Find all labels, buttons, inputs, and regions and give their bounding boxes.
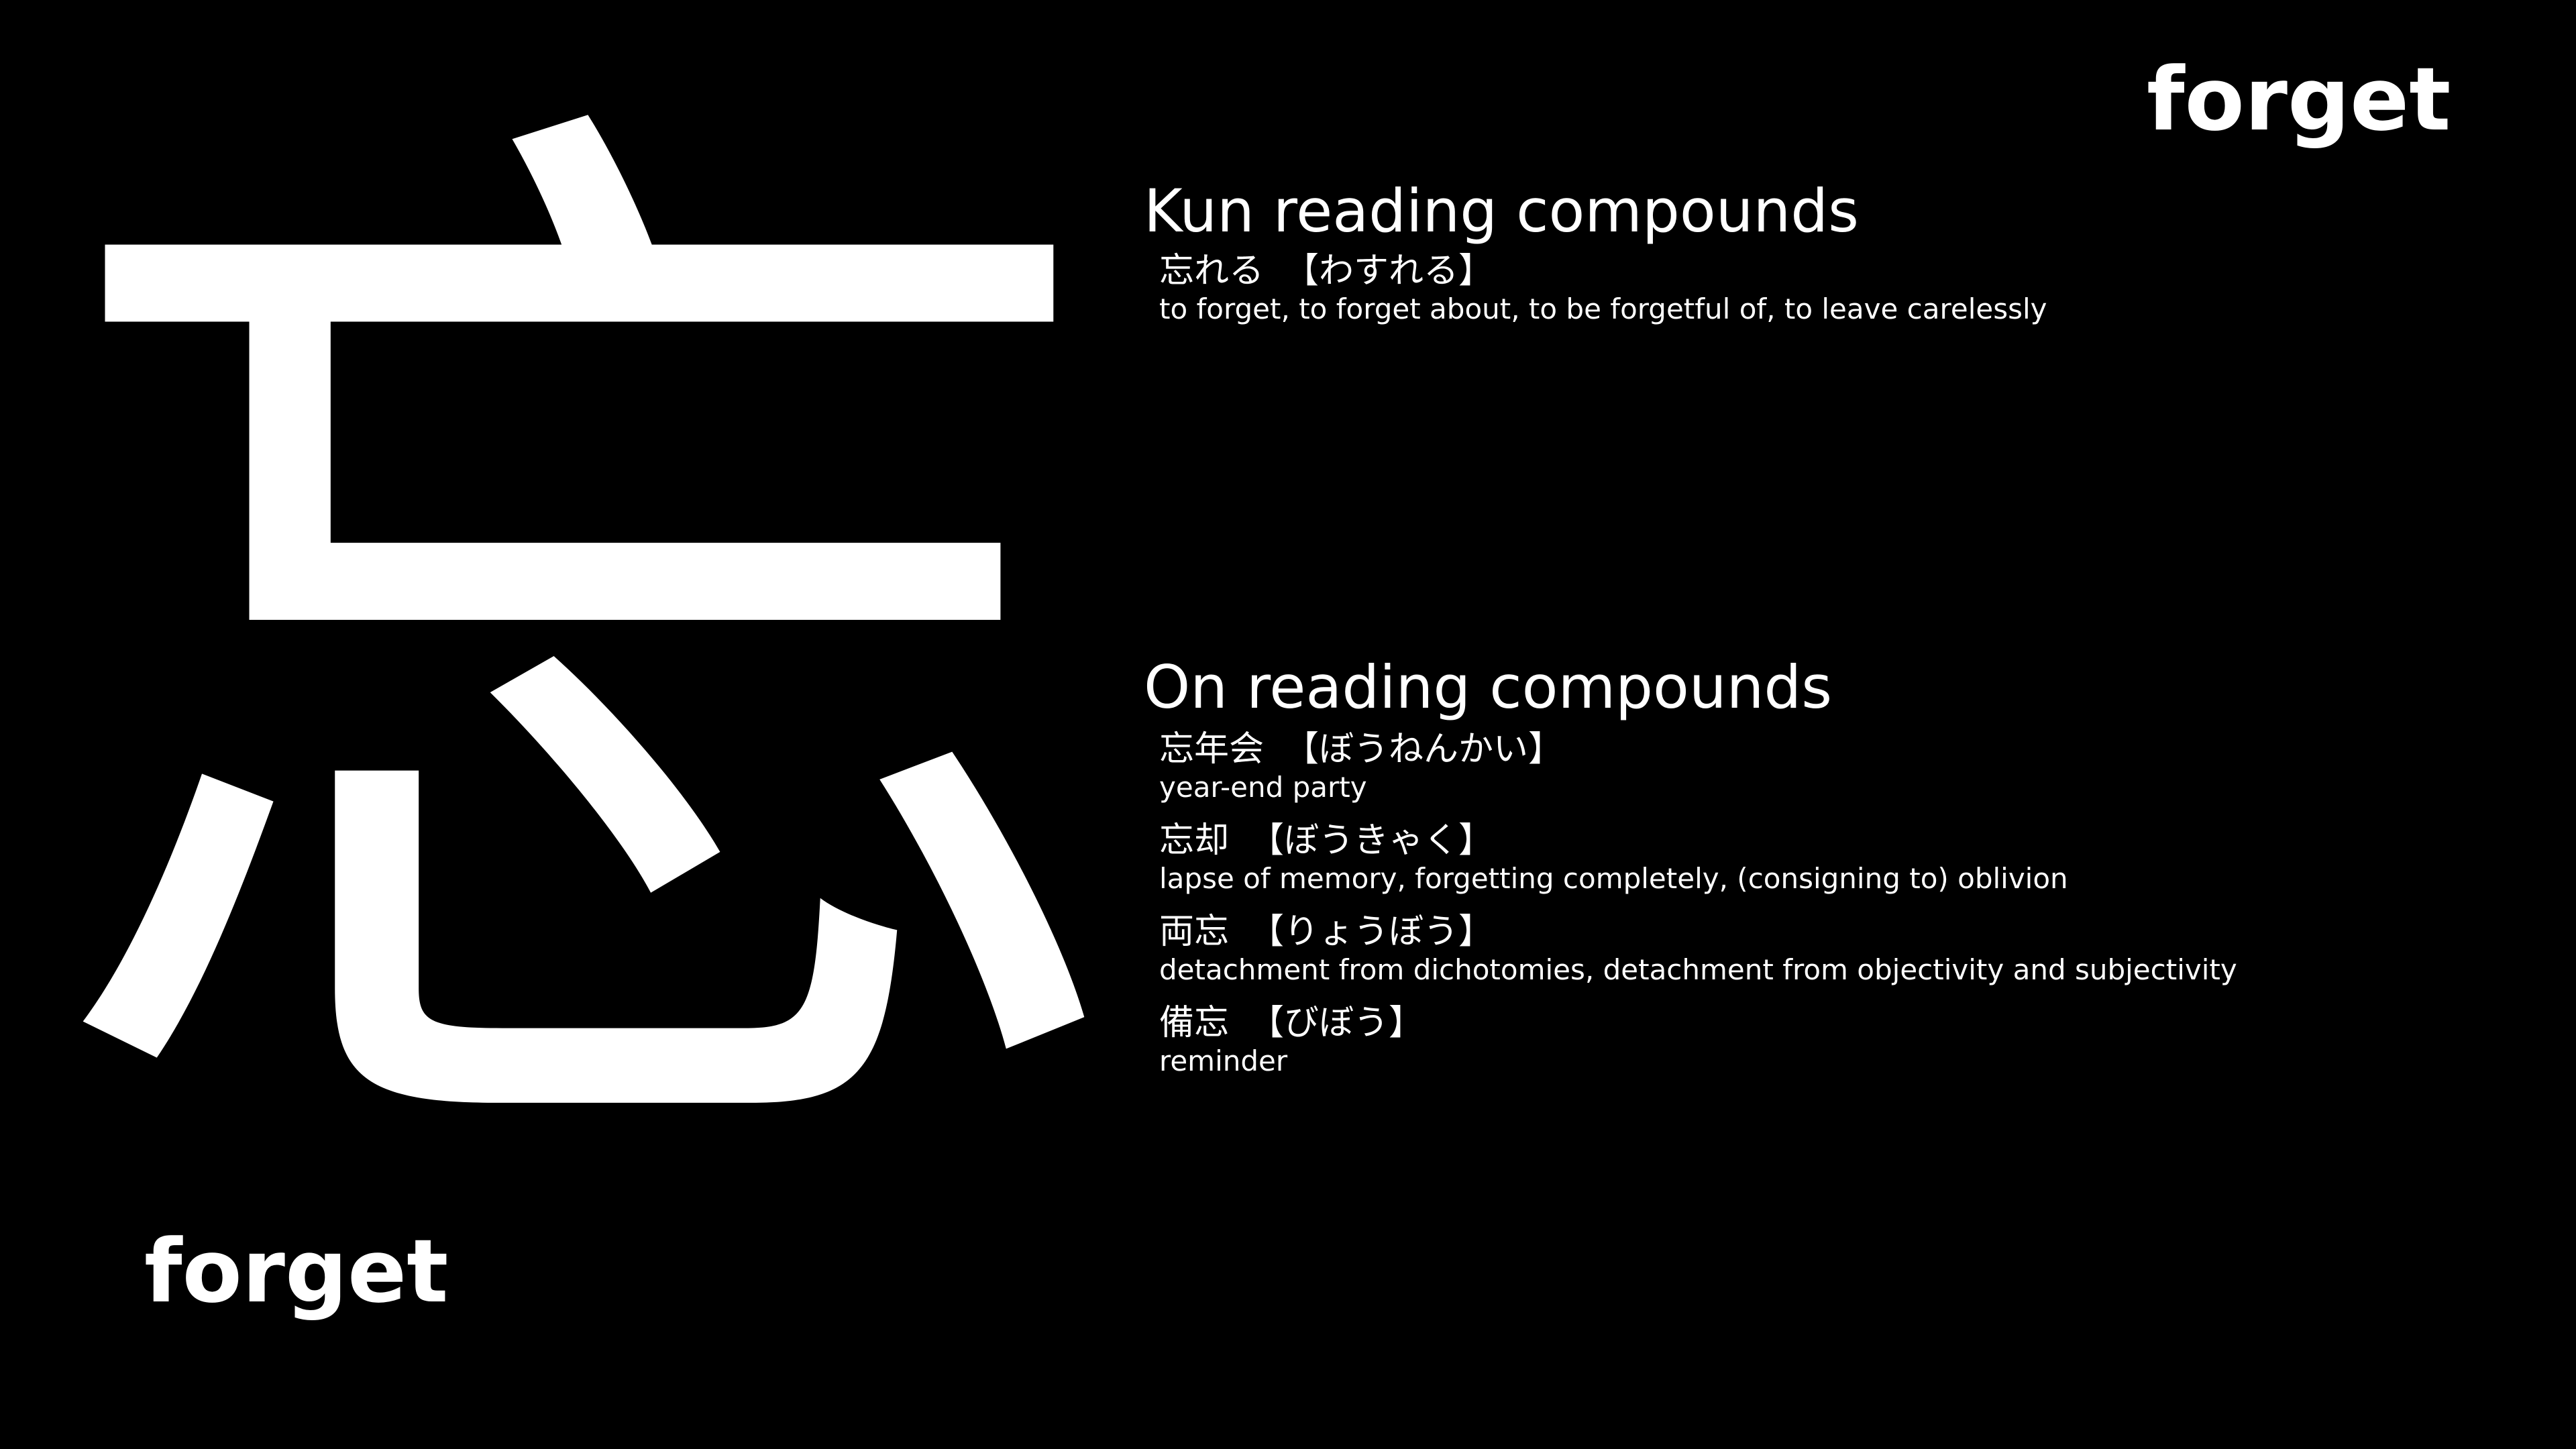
compound-reading: 【りょうぼう】	[1249, 912, 1494, 952]
compound-meaning: lapse of memory, forgetting completely, …	[1159, 862, 2068, 895]
on-compound-item: 備忘 【びぼう】 reminder	[1159, 1002, 2237, 1078]
kun-compound-item: 忘れる 【わすれる】 to forget, to forget about, to…	[1159, 250, 2047, 326]
compound-word: 忘年会	[1159, 729, 1265, 769]
compound-word: 備忘	[1159, 1003, 1230, 1043]
on-compound-item: 忘却 【ぼうきゃく】 lapse of memory, forgetting co…	[1159, 819, 2237, 896]
header-meaning-label: forget	[2147, 48, 2451, 150]
compound-word: 忘れる	[1159, 251, 1265, 291]
on-compound-list: 忘年会 【ぼうねんかい】 year-end party 忘却 【ぼうきゃく】 lap…	[1159, 728, 2237, 1093]
kanji-meaning-label: forget	[144, 1220, 449, 1322]
on-compound-item: 忘年会 【ぼうねんかい】 year-end party	[1159, 728, 2237, 804]
compound-meaning: year-end party	[1159, 771, 1367, 804]
compound-reading: 【わすれる】	[1284, 251, 1494, 291]
compound-word: 忘却	[1159, 820, 1230, 861]
compound-word-line: 備忘 【びぼう】	[1159, 1002, 2237, 1044]
compound-reading: 【ぼうきゃく】	[1249, 820, 1494, 861]
compound-meaning: detachment from dichotomies, detachment …	[1159, 953, 2237, 986]
on-section-heading: On reading compounds	[1144, 653, 1833, 722]
compound-word: 両忘	[1159, 912, 1230, 952]
compound-reading: 【ぼうねんかい】	[1284, 729, 1564, 769]
kanji-character: 忘	[34, 23, 1134, 1304]
compound-word-line: 両忘 【りょうぼう】	[1159, 910, 2237, 953]
compound-reading: 【びぼう】	[1249, 1003, 1424, 1043]
compound-word-line: 忘年会 【ぼうねんかい】	[1159, 728, 2237, 771]
compound-word-line: 忘れる 【わすれる】	[1159, 250, 2047, 292]
compound-word-line: 忘却 【ぼうきゃく】	[1159, 819, 2237, 862]
compound-meaning: to forget, to forget about, to be forget…	[1159, 292, 2047, 325]
on-compound-item: 両忘 【りょうぼう】 detachment from dichotomies, d…	[1159, 910, 2237, 987]
compound-meaning: reminder	[1159, 1044, 1288, 1077]
kun-section-heading: Kun reading compounds	[1144, 176, 1859, 246]
kun-compound-list: 忘れる 【わすれる】 to forget, to forget about, to…	[1159, 250, 2047, 341]
